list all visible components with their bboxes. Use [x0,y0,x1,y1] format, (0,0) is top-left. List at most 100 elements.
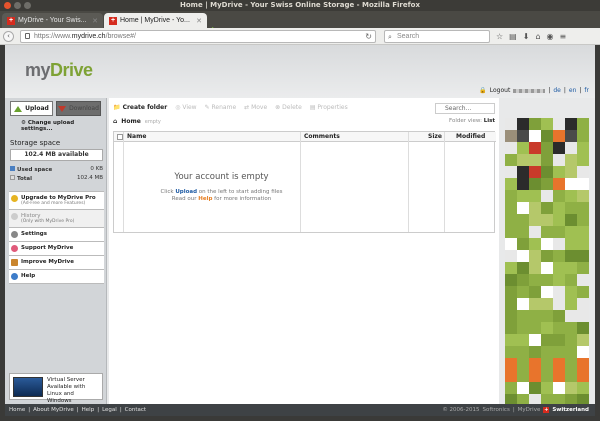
column-size[interactable]: Size [428,132,442,142]
column-comments[interactable]: Comments [304,132,340,142]
ad-pixel [541,178,553,190]
logo-part-my: my [25,60,51,80]
create-folder-button[interactable]: 📁 Create folder [113,104,167,111]
rename-button[interactable]: ✎ Rename [205,104,237,111]
ad-pixel [565,322,577,334]
sidebar-item-settings[interactable]: Settings [9,227,104,241]
ad-pixel [565,190,577,202]
ad-pixel [577,142,589,154]
upload-settings-label: Change upload settings... [21,120,75,132]
sidebar-item-history[interactable]: History (Only with MyDrive Pro) [9,209,104,227]
ad-pixel [565,178,577,190]
page-viewport: myDrive 🔒 Logout | de | en | fr Upload D… [5,45,595,416]
bookmark-star-icon[interactable]: ☆ [496,31,503,42]
tab-mydrive-1[interactable]: + MyDrive - Your Swis... ✕ [2,13,103,28]
ad-pixel [577,286,589,298]
footer-link-contact[interactable]: Contact [125,404,146,416]
reading-list-icon[interactable]: ▤ [509,31,517,42]
ad-pixel [541,118,553,130]
footer-link-legal[interactable]: Legal [102,404,117,416]
lang-de-link[interactable]: de [553,87,561,94]
virtual-server-promo[interactable]: Virtual Server Available with Linux and … [9,373,103,404]
ad-pixel [529,310,541,322]
total-label: Total [10,175,32,182]
ad-pixel [517,274,529,286]
ad-pixel [505,346,517,358]
empty-upload-link[interactable]: Upload [175,189,197,195]
upload-button[interactable]: Upload [10,101,53,116]
tab-mydrive-home[interactable]: + Home | MyDrive - Yo... ✕ [104,13,207,28]
sidebar-item-help[interactable]: Help [9,269,104,284]
column-modified[interactable]: Modified [456,132,485,142]
ad-pixel [553,250,565,262]
lang-en-link[interactable]: en [569,87,577,94]
sidebar-item-improve[interactable]: Improve MyDrive [9,255,104,269]
mydrive-logo[interactable]: myDrive [25,60,93,81]
breadcrumb-home[interactable]: Home [121,118,140,125]
column-name[interactable]: Name [127,132,146,142]
ad-pixel [577,214,589,226]
upload-settings-link[interactable]: ⚙ Change upload settings... [21,120,106,132]
ad-pixel [577,202,589,214]
ad-pixel [553,166,565,178]
lock-icon: 🔒 [479,87,487,94]
download-arrow-icon [58,105,67,112]
sidebar-item-upgrade[interactable]: Upgrade to MyDrive Pro (Ad-Free and more … [9,191,104,209]
delete-button[interactable]: ⊗ Delete [275,104,302,111]
download-button[interactable]: Download [56,101,101,116]
upload-download-buttons: Upload Download [10,101,101,116]
ad-pixel [553,322,565,334]
ad-pixel [541,130,553,142]
download-icon[interactable]: ⬇ [523,31,530,42]
footer-link-help[interactable]: Help [82,404,95,416]
chat-icon[interactable]: ◉ [547,31,554,42]
ad-pixel [505,382,517,394]
home-icon[interactable]: ⌂ [535,31,540,42]
ad-pixel [517,346,529,358]
empty-help-text: Click Upload on the left to start adding… [160,189,283,202]
close-tab-icon[interactable]: ✕ [196,17,202,25]
ad-pixel [517,334,529,346]
footer-copyright: © 2006-2015 Softronics | MyDrive + Switz… [442,407,589,413]
list-view-option[interactable]: List [484,118,495,124]
ad-pixel [529,286,541,298]
ad-pixel [517,298,529,310]
ad-pixel [577,250,589,262]
browser-search-input[interactable]: ⌕ Search [384,30,490,43]
back-button[interactable]: ‹ [3,31,14,42]
ad-pixel [541,310,553,322]
minimize-window-button[interactable] [14,2,21,9]
ad-pixel [517,178,529,190]
column-divider [408,132,409,232]
footer-link-about[interactable]: About MyDrive [33,404,74,416]
properties-button[interactable]: ▤ Properties [310,104,348,111]
sidebar-item-support[interactable]: Support MyDrive [9,241,104,255]
move-button[interactable]: ⇄ Move [244,104,267,111]
ad-pixel [505,238,517,250]
advertisement-pixelated[interactable] [505,118,589,406]
ad-pixel [541,334,553,346]
close-window-button[interactable] [4,2,11,9]
ad-pixel [553,238,565,250]
ad-pixel [529,346,541,358]
ad-pixel [553,154,565,166]
menu-icon[interactable]: ≡ [560,31,567,42]
url-bar[interactable]: https://www.mydrive.ch/browse#/ ↻ [20,30,376,43]
ad-pixel [517,358,529,370]
file-toolbar: 📁 Create folder ◎ View ✎ Rename ⇄ Move ⊗… [113,104,348,111]
maximize-window-button[interactable] [24,2,31,9]
lang-fr-link[interactable]: fr [584,87,589,94]
footer-link-home[interactable]: Home [9,404,25,416]
logout-link[interactable]: Logout [490,87,511,94]
ad-pixel [553,334,565,346]
ad-pixel [565,154,577,166]
close-tab-icon[interactable]: ✕ [92,17,98,25]
ad-pixel [541,322,553,334]
ad-pixel [577,346,589,358]
reload-icon[interactable]: ↻ [365,31,372,42]
file-search-input[interactable]: Search... [435,103,495,114]
view-button[interactable]: ◎ View [175,104,196,111]
empty-help-link[interactable]: Help [198,196,212,202]
ad-pixel [517,202,529,214]
storage-available: 102.4 MB available [10,149,103,161]
